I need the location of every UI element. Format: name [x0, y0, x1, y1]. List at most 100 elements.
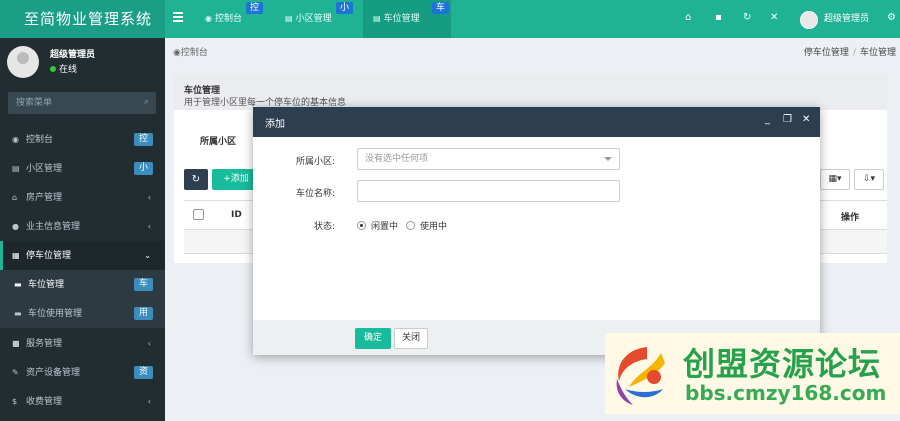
- search-icon[interactable]: ⌕: [144, 97, 149, 107]
- watermark-text: 创盟资源论坛: [683, 345, 882, 383]
- column-header-id[interactable]: ID: [231, 210, 242, 220]
- close-button[interactable]: 关闭: [394, 328, 428, 349]
- sidebar: 超级管理员 在线 ⌕ ◉ 控制台 控 ▤ 小区管理 小 ⌂ 房产管理 ‹ ● 业主信息管…: [0, 38, 165, 421]
- list-icon: ▤: [373, 14, 381, 23]
- refresh-button[interactable]: ↻: [184, 169, 208, 190]
- minimize-icon[interactable]: _: [765, 114, 770, 125]
- column-header-ops: 操作: [840, 213, 859, 223]
- dashboard-icon: ◉: [173, 48, 181, 58]
- breadcrumb-home[interactable]: ◉控制台: [173, 38, 208, 68]
- top-tab-dashboard[interactable]: ◉ 控制台 控: [195, 0, 265, 38]
- avatar[interactable]: [800, 11, 818, 29]
- breadcrumb-trail: 停车位管理 / 车位管理: [804, 38, 896, 68]
- add-button-label: 添加: [230, 174, 249, 184]
- sidebar-item-label: 小区管理: [26, 164, 63, 174]
- chevron-down-icon: ⌄: [144, 251, 151, 260]
- top-tab-badge: 控: [245, 2, 263, 14]
- sidebar-item-service[interactable]: ■ 服务管理 ‹: [0, 329, 165, 358]
- sidebar-search: ⌕: [8, 92, 156, 114]
- app-logo-title[interactable]: 至简物业管理系统: [0, 0, 165, 38]
- chevron-left-icon: ‹: [147, 339, 151, 348]
- breadcrumb: ◉控制台 停车位管理 / 车位管理: [165, 38, 900, 68]
- breadcrumb-item[interactable]: 停车位管理: [804, 48, 849, 58]
- confirm-button[interactable]: 确定: [355, 328, 391, 349]
- chevron-left-icon: ‹: [147, 193, 151, 202]
- status-label: 状态:: [313, 222, 335, 232]
- top-tab-label: 小区管理: [295, 14, 332, 24]
- sidebar-item-label: 房产管理: [26, 193, 63, 203]
- radio-icon: [357, 221, 366, 230]
- sidebar-item-assets[interactable]: ✎ 资产设备管理 资: [0, 358, 165, 387]
- sidebar-item-parking-spaces[interactable]: ▬ 车位管理 车: [0, 270, 165, 299]
- top-tab-badge: 小: [335, 2, 353, 14]
- trash-icon[interactable]: ▪: [715, 12, 722, 23]
- top-user-name[interactable]: 超级管理员: [824, 0, 869, 38]
- online-dot-icon: [50, 66, 56, 72]
- sidebar-item-dashboard[interactable]: ◉ 控制台 控: [0, 125, 165, 154]
- sidebar-item-parking-usage[interactable]: ▬ 车位使用管理 用: [0, 299, 165, 328]
- sidebar-item-community[interactable]: ▤ 小区管理 小: [0, 154, 165, 183]
- maximize-icon[interactable]: ❐: [783, 114, 792, 125]
- sidebar-item-label: 业主信息管理: [26, 222, 81, 232]
- sidebar-item-badge: 资: [133, 366, 153, 379]
- sidebar-user-name: 超级管理员: [50, 50, 96, 60]
- top-tab-label: 车位管理: [383, 14, 420, 24]
- sidebar-item-parking[interactable]: ▦ 停车位管理 ⌄: [0, 241, 165, 270]
- user-icon: ●: [12, 222, 19, 231]
- list-icon: ▤: [285, 14, 293, 23]
- sidebar-item-label: 控制台: [26, 135, 54, 145]
- top-tab-community[interactable]: ▤ 小区管理 小: [275, 0, 355, 38]
- sidebar-item-badge: 小: [133, 162, 153, 175]
- status-radio-in-use[interactable]: 使用中: [406, 219, 447, 232]
- dollar-icon: $: [12, 397, 18, 406]
- add-dialog: 添加 _ ❐ ✕ 所属小区: 没有选中任何项 车位名称: 状态: 闲置中 使用中…: [253, 107, 820, 355]
- status-radio-idle[interactable]: 闲置中: [357, 219, 398, 232]
- top-tab-parking[interactable]: ▤ 车位管理 车: [363, 0, 451, 38]
- menu-toggle-icon[interactable]: [173, 12, 183, 22]
- close-icon[interactable]: ✕: [802, 114, 810, 125]
- avatar: [7, 46, 39, 78]
- refresh-icon: ↻: [191, 174, 201, 185]
- dialog-header[interactable]: 添加 _ ❐ ✕: [253, 107, 820, 137]
- home-icon[interactable]: ⌂: [685, 12, 691, 23]
- search-input[interactable]: [8, 92, 128, 114]
- top-tab-label: 控制台: [214, 14, 242, 24]
- user-status: 在线: [50, 62, 77, 75]
- community-select[interactable]: 没有选中任何项: [357, 148, 620, 170]
- community-select-value: 没有选中任何项: [365, 154, 429, 164]
- space-name-input[interactable]: [357, 180, 620, 202]
- dialog-title: 添加: [265, 119, 285, 130]
- gear-icon[interactable]: ⚙: [887, 12, 896, 23]
- breadcrumb-separator: /: [852, 48, 856, 58]
- watermark-url: bbs.cmzy168.com: [685, 381, 887, 405]
- tab-community[interactable]: 所属小区: [200, 134, 236, 147]
- sidebar-item-property[interactable]: ⌂ 房产管理 ‹: [0, 183, 165, 212]
- chevron-left-icon: ‹: [147, 222, 151, 231]
- community-field-label: 所属小区:: [295, 157, 335, 167]
- export-button[interactable]: ⇩▾: [854, 169, 884, 190]
- sidebar-item-billing[interactable]: $ 收费管理 ‹: [0, 387, 165, 416]
- sidebar-item-label: 资产设备管理: [26, 368, 81, 378]
- watermark: 创盟资源论坛 bbs.cmzy168.com: [605, 333, 900, 414]
- user-status-label: 在线: [59, 65, 78, 75]
- columns-button[interactable]: ▦▾: [820, 169, 850, 190]
- dashboard-icon: ◉: [12, 135, 19, 144]
- breadcrumb-home-label: 控制台: [180, 48, 208, 58]
- home-icon: ⌂: [12, 193, 18, 202]
- select-all-checkbox[interactable]: [193, 209, 204, 220]
- sidebar-item-owner[interactable]: ● 业主信息管理 ‹: [0, 212, 165, 241]
- list-icon: ▤: [12, 164, 20, 173]
- chevron-left-icon: ‹: [147, 397, 151, 406]
- grid-icon: ▦▾: [828, 174, 842, 184]
- list-icon: ▬: [14, 280, 22, 289]
- fullscreen-icon[interactable]: ✕: [770, 12, 778, 23]
- list-icon: ▬: [14, 309, 22, 318]
- wrench-icon: ✎: [12, 368, 19, 377]
- dashboard-icon: ◉: [205, 14, 212, 23]
- sidebar-item-label: 服务管理: [26, 339, 63, 349]
- radio-icon: [406, 221, 415, 230]
- refresh-icon[interactable]: ↻: [743, 12, 751, 23]
- sidebar-item-label: 收费管理: [26, 397, 63, 407]
- parking-icon: ▦: [12, 251, 20, 260]
- sidebar-item-label: 停车位管理: [26, 251, 72, 261]
